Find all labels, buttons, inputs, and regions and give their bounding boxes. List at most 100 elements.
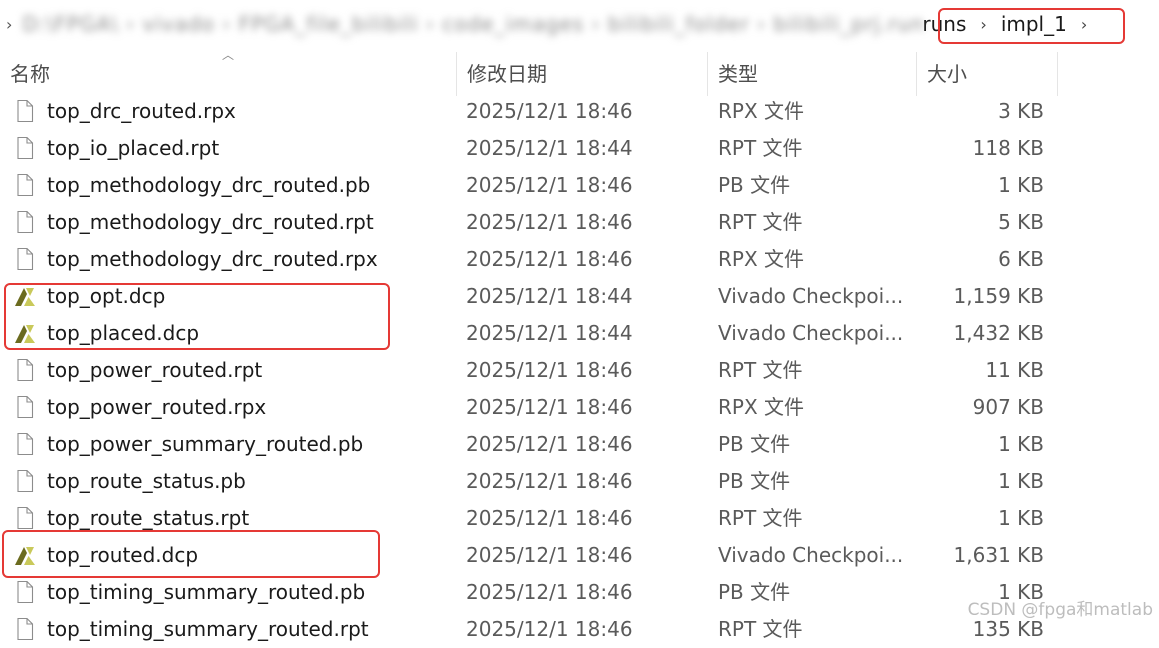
file-row[interactable]: top_placed.dcp 2025/12/1 18:44 Vivado Chec… [0, 315, 1159, 352]
file-type: PB 文件 [718, 469, 791, 493]
file-size: 1,432 KB [953, 321, 1044, 345]
file-type: RPT 文件 [718, 617, 803, 641]
file-name: top_timing_summary_routed.pb [47, 580, 366, 604]
file-icon [13, 247, 37, 271]
file-date: 2025/12/1 18:44 [466, 284, 633, 308]
file-name: top_opt.dcp [47, 284, 166, 308]
vivado-icon [13, 543, 37, 567]
file-size: 1 KB [998, 432, 1044, 456]
file-date: 2025/12/1 18:46 [466, 469, 633, 493]
file-icon [13, 173, 37, 197]
file-type: RPT 文件 [718, 506, 803, 530]
file-type: Vivado Checkpoi... [718, 543, 904, 567]
chevron-right-icon[interactable]: › [0, 15, 22, 34]
breadcrumb-blurred-path[interactable]: D:\FPGA\ › vivado › FPGA_file_bilibili ›… [22, 12, 922, 36]
breadcrumb-item-runs[interactable]: runs [922, 12, 966, 36]
file-date: 2025/12/1 18:46 [466, 395, 633, 419]
chevron-right-icon[interactable]: › [966, 15, 1000, 34]
chevron-right-icon[interactable]: › [1067, 15, 1101, 34]
file-size: 1 KB [998, 173, 1044, 197]
file-name: top_power_summary_routed.pb [47, 432, 364, 456]
file-name: top_routed.dcp [47, 543, 199, 567]
file-row[interactable]: top_route_status.rpt 2025/12/1 18:46 RPT 文… [0, 500, 1159, 537]
file-type: RPT 文件 [718, 136, 803, 160]
file-icon [13, 395, 37, 419]
file-size: 1 KB [998, 469, 1044, 493]
file-type: PB 文件 [718, 580, 791, 604]
file-name: top_drc_routed.rpx [47, 99, 236, 123]
file-row[interactable]: top_io_placed.rpt 2025/12/1 18:44 RPT 文件 11… [0, 130, 1159, 167]
file-row[interactable]: top_methodology_drc_routed.rpx 2025/12/1 … [0, 241, 1159, 278]
file-icon [13, 210, 37, 234]
file-icon [13, 506, 37, 530]
file-type: RPT 文件 [718, 210, 803, 234]
file-date: 2025/12/1 18:46 [466, 99, 633, 123]
file-date: 2025/12/1 18:46 [466, 543, 633, 567]
file-type: RPX 文件 [718, 99, 805, 123]
file-size: 3 KB [998, 99, 1044, 123]
file-list: top_drc_routed.rpx 2025/12/1 18:46 RPX 文件 3… [0, 93, 1159, 648]
watermark: CSDN @fpga和matlab [967, 600, 1153, 620]
column-header-date[interactable]: 修改日期 [457, 52, 707, 96]
file-type: PB 文件 [718, 432, 791, 456]
file-size: 11 KB [985, 358, 1044, 382]
file-date: 2025/12/1 18:46 [466, 358, 633, 382]
file-date: 2025/12/1 18:46 [466, 617, 633, 641]
file-row[interactable]: top_methodology_drc_routed.pb 2025/12/1 1… [0, 167, 1159, 204]
file-name: top_timing_summary_routed.rpt [47, 617, 369, 641]
file-type: PB 文件 [718, 173, 791, 197]
file-date: 2025/12/1 18:46 [466, 432, 633, 456]
file-name: top_route_status.rpt [47, 506, 250, 530]
file-type: RPT 文件 [718, 358, 803, 382]
vivado-icon [13, 321, 37, 345]
file-icon [13, 432, 37, 456]
file-icon [13, 617, 37, 641]
file-type: RPX 文件 [718, 247, 805, 271]
file-date: 2025/12/1 18:46 [466, 580, 633, 604]
file-row[interactable]: top_drc_routed.rpx 2025/12/1 18:46 RPX 文件 3… [0, 93, 1159, 130]
file-name: top_route_status.pb [47, 469, 246, 493]
vivado-icon [13, 284, 37, 308]
column-divider[interactable] [1057, 52, 1058, 96]
file-size: 1 KB [998, 506, 1044, 530]
file-icon [13, 99, 37, 123]
file-row[interactable]: top_route_status.pb 2025/12/1 18:46 PB 文件 1… [0, 463, 1159, 500]
file-name: top_power_routed.rpx [47, 395, 267, 419]
file-row[interactable]: top_routed.dcp 2025/12/1 18:46 Vivado Chec… [0, 537, 1159, 574]
file-size: 1,631 KB [953, 543, 1044, 567]
file-icon [13, 580, 37, 604]
file-type: RPX 文件 [718, 395, 805, 419]
file-type: Vivado Checkpoi... [718, 284, 904, 308]
breadcrumb-item-impl[interactable]: impl_1 [1001, 12, 1067, 36]
file-date: 2025/12/1 18:44 [466, 136, 633, 160]
file-size: 118 KB [972, 136, 1044, 160]
file-row[interactable]: top_methodology_drc_routed.rpt 2025/12/1 … [0, 204, 1159, 241]
file-date: 2025/12/1 18:46 [466, 210, 633, 234]
file-name: top_methodology_drc_routed.rpx [47, 247, 378, 271]
column-header-row: 名称 修改日期 类型 大小 [0, 52, 1159, 96]
breadcrumb: › D:\FPGA\ › vivado › FPGA_file_bilibili… [0, 0, 1159, 48]
file-date: 2025/12/1 18:46 [466, 506, 633, 530]
file-date: 2025/12/1 18:46 [466, 247, 633, 271]
file-date: 2025/12/1 18:46 [466, 173, 633, 197]
file-name: top_power_routed.rpt [47, 358, 263, 382]
file-size: 1,159 KB [953, 284, 1044, 308]
file-size: 6 KB [998, 247, 1044, 271]
file-row[interactable]: top_opt.dcp 2025/12/1 18:44 Vivado Checkpo… [0, 278, 1159, 315]
file-icon [13, 358, 37, 382]
file-icon [13, 469, 37, 493]
file-row[interactable]: top_power_routed.rpx 2025/12/1 18:46 RPX 文… [0, 389, 1159, 426]
file-name: top_io_placed.rpt [47, 136, 220, 160]
file-date: 2025/12/1 18:44 [466, 321, 633, 345]
file-type: Vivado Checkpoi... [718, 321, 904, 345]
file-name: top_methodology_drc_routed.rpt [47, 210, 374, 234]
column-header-size[interactable]: 大小 [917, 52, 1057, 96]
file-size: 5 KB [998, 210, 1044, 234]
file-row[interactable]: top_power_routed.rpt 2025/12/1 18:46 RPT 文… [0, 352, 1159, 389]
file-icon [13, 136, 37, 160]
sort-ascending-icon: ︿ [222, 48, 235, 62]
column-header-type[interactable]: 类型 [708, 52, 916, 96]
file-name: top_methodology_drc_routed.pb [47, 173, 371, 197]
file-row[interactable]: top_power_summary_routed.pb 2025/12/1 18:… [0, 426, 1159, 463]
file-size: 907 KB [972, 395, 1044, 419]
